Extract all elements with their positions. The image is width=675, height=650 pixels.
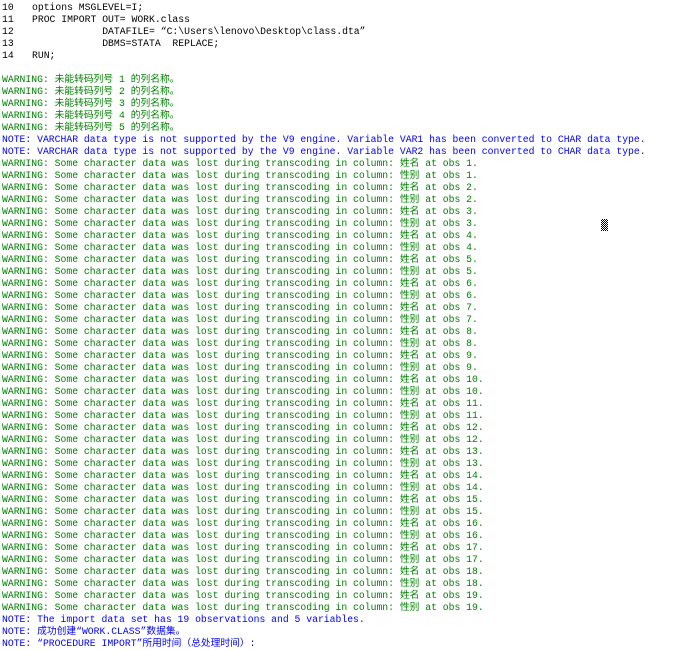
warning-message: WARNING: Some character data was lost du… [2,590,484,601]
text-cursor-icon [601,219,608,231]
warning-message: WARNING: 未能转码列号 1 的列名称。 [2,74,180,85]
warning-message: WARNING: Some character data was lost du… [2,158,478,169]
code-text: PROC IMPORT OUT= WORK.class [32,14,190,25]
warning-message: WARNING: Some character data was lost du… [2,398,484,409]
warning-message: WARNING: Some character data was lost du… [2,494,484,505]
warning-message: WARNING: 未能转码列号 5 的列名称。 [2,122,180,133]
note-message: NOTE: VARCHAR data type is not supported… [2,146,646,157]
log-window[interactable]: 10 options MSGLEVEL=I; 11 PROC IMPORT OUT= … [2,2,675,650]
warning-message: WARNING: 未能转码列号 2 的列名称。 [2,86,180,97]
warning-message: WARNING: Some character data was lost du… [2,206,478,217]
code-text: RUN; [32,50,56,61]
warning-message: WARNING: Some character data was lost du… [2,602,484,613]
warning-message: WARNING: Some character data was lost du… [2,482,484,493]
code-line: 10 options MSGLEVEL=I; [2,2,675,14]
warning-message: WARNING: 未能转码列号 3 的列名称。 [2,98,180,109]
warning-message: WARNING: Some character data was lost du… [2,182,478,193]
note-message: NOTE: The import data set has 19 observa… [2,614,365,625]
warning-message: WARNING: Some character data was lost du… [2,314,478,325]
warning-message: WARNING: Some character data was lost du… [2,290,478,301]
warning-message: WARNING: Some character data was lost du… [2,242,478,253]
warning-message: WARNING: Some character data was lost du… [2,386,484,397]
warning-message: WARNING: Some character data was lost du… [2,374,484,385]
warning-message: WARNING: Some character data was lost du… [2,350,478,361]
warning-message: WARNING: Some character data was lost du… [2,518,484,529]
warning-message: WARNING: Some character data was lost du… [2,530,484,541]
warning-message: WARNING: Some character data was lost du… [2,278,478,289]
line-number: 13 [2,38,14,49]
warning-message: WARNING: Some character data was lost du… [2,266,478,277]
code-line: 13 DBMS=STATA REPLACE; [2,38,675,50]
warning-message: WARNING: Some character data was lost du… [2,434,484,445]
warning-message: WARNING: Some character data was lost du… [2,194,478,205]
note-message: NOTE: 成功创建“WORK.CLASS”数据集。 [2,626,186,637]
warning-message: WARNING: Some character data was lost du… [2,170,478,181]
warning-message: WARNING: Some character data was lost du… [2,230,478,241]
warning-message: WARNING: Some character data was lost du… [2,578,484,589]
warning-message: WARNING: Some character data was lost du… [2,422,484,433]
warning-message: WARNING: Some character data was lost du… [2,362,478,373]
code-line: 11 PROC IMPORT OUT= WORK.class [2,14,675,26]
note-message: NOTE: “PROCEDURE IMPORT”所用时间（总处理时间）: [2,638,256,649]
line-number: 10 [2,2,14,13]
warning-message: WARNING: Some character data was lost du… [2,446,484,457]
warning-message: WARNING: Some character data was lost du… [2,326,478,337]
warning-message: WARNING: Some character data was lost du… [2,470,484,481]
code-line: 12 DATAFILE= “C:\Users\lenovo\Desktop\cl… [2,26,675,38]
line-number: 14 [2,50,14,61]
warning-message: WARNING: Some character data was lost du… [2,254,478,265]
warning-message: WARNING: Some character data was lost du… [2,410,484,421]
warning-message: WARNING: Some character data was lost du… [2,506,484,517]
note-message: NOTE: VARCHAR data type is not supported… [2,134,646,145]
warning-message: WARNING: Some character data was lost du… [2,218,478,229]
code-text: DATAFILE= “C:\Users\lenovo\Desktop\class… [32,26,366,37]
code-text: DBMS=STATA REPLACE; [32,38,220,49]
warning-message: WARNING: Some character data was lost du… [2,302,478,313]
warning-message: WARNING: Some character data was lost du… [2,338,478,349]
warning-message: WARNING: 未能转码列号 4 的列名称。 [2,110,180,121]
code-line: 14 RUN; [2,50,675,62]
line-number: 11 [2,14,14,25]
warning-message: WARNING: Some character data was lost du… [2,554,484,565]
code-text: options MSGLEVEL=I; [32,2,144,13]
warning-message: WARNING: Some character data was lost du… [2,542,484,553]
warning-message: WARNING: Some character data was lost du… [2,458,484,469]
warning-message: WARNING: Some character data was lost du… [2,566,484,577]
line-number: 12 [2,26,14,37]
